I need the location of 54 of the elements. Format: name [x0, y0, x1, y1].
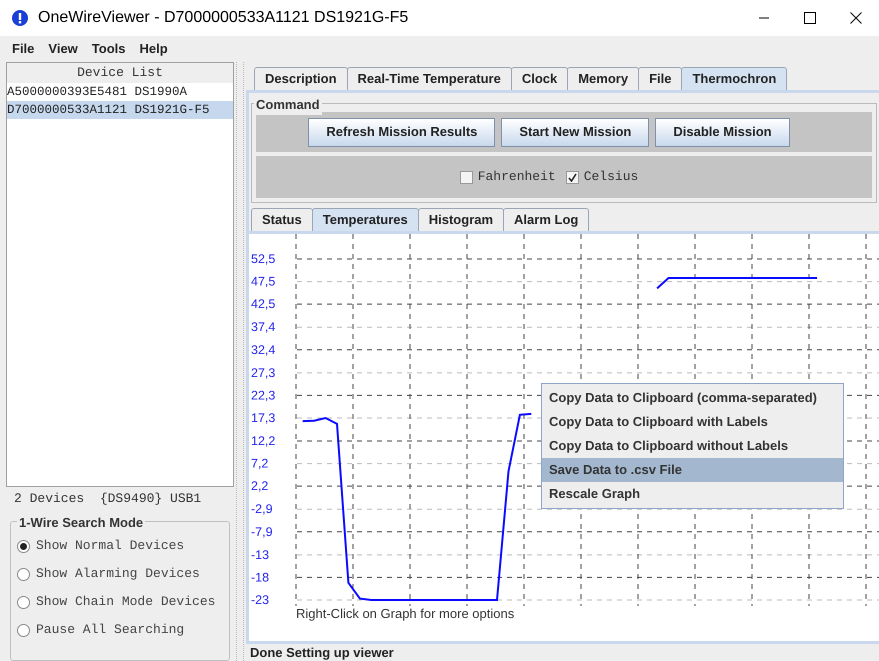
command-button[interactable]: Refresh Mission Results: [308, 118, 496, 146]
checkbox-label: Fahrenheit: [478, 168, 556, 186]
axis-label: -13: [251, 548, 270, 562]
menu-item[interactable]: Tools: [86, 39, 132, 59]
tab[interactable]: Temperatures: [312, 208, 419, 231]
maximize-icon: [804, 12, 816, 24]
radio-label: Show Alarming Devices: [36, 565, 200, 584]
radio-label: Show Chain Mode Devices: [36, 593, 216, 612]
radio-button[interactable]: [17, 624, 30, 636]
close-icon: [850, 12, 862, 24]
device-list-item[interactable]: A5000000393E5481 DS1990A: [7, 83, 233, 101]
device-list-item[interactable]: D7000000533A1121 DS1921G-F5: [7, 101, 233, 119]
radio-button[interactable]: [17, 596, 30, 608]
axis-label: 2,2: [251, 479, 268, 494]
context-menu-item[interactable]: Copy Data to Clipboard with Labels: [542, 410, 843, 434]
axis-label: 7,2: [251, 456, 268, 471]
tab[interactable]: Description: [254, 67, 348, 90]
menu-item[interactable]: File: [6, 39, 40, 59]
axis-label: 37,4: [251, 320, 276, 334]
list-header: Device List: [7, 63, 233, 83]
radio-label: Show Normal Devices: [36, 537, 184, 556]
tab[interactable]: Thermochron: [681, 67, 788, 90]
command-button[interactable]: Start New Mission: [501, 118, 650, 146]
axis-label: 32,4: [251, 342, 276, 357]
tab[interactable]: Status: [251, 208, 313, 231]
axis-label: -2,9: [251, 502, 273, 516]
axis-label: 52,5: [251, 252, 276, 266]
context-menu-item[interactable]: Copy Data to Clipboard without Labels: [542, 434, 843, 458]
radio-label: Pause All Searching: [36, 621, 184, 640]
context-menu-item[interactable]: Save Data to .csv File: [542, 458, 843, 482]
axis-label: 27,3: [251, 366, 276, 380]
menu-item[interactable]: View: [42, 39, 84, 59]
app-info-icon: [12, 10, 28, 26]
tab[interactable]: Alarm Log: [503, 208, 590, 231]
axis-label: -7,9: [251, 524, 273, 539]
checkbox[interactable]: [460, 170, 473, 184]
axis-label: -23: [251, 593, 270, 607]
checkbox[interactable]: [566, 170, 579, 184]
radio-button[interactable]: [17, 540, 30, 552]
axis-label: 42,5: [251, 297, 276, 312]
command-button[interactable]: Disable Mission: [655, 118, 790, 146]
graph-hint: Right-Click on Graph for more options: [296, 606, 514, 621]
radio-button[interactable]: [17, 568, 30, 580]
context-menu-item[interactable]: Rescale Graph: [542, 482, 843, 506]
axis-label: 17,3: [251, 410, 276, 425]
window-title: OneWireViewer - D7000000533A1121 DS1921G-F5: [38, 8, 408, 28]
axis-label: 12,2: [251, 434, 276, 448]
menu-item[interactable]: Help: [134, 39, 174, 59]
context-menu-item[interactable]: Copy Data to Clipboard (comma-separated): [542, 386, 843, 410]
axis-label: -18: [251, 570, 270, 584]
checkbox-label: Celsius: [584, 168, 638, 186]
axis-label: 47,5: [251, 274, 276, 289]
device-count: 2 Devices {DS9490} USB1: [13, 490, 202, 508]
axis-label: 22,3: [251, 388, 276, 402]
